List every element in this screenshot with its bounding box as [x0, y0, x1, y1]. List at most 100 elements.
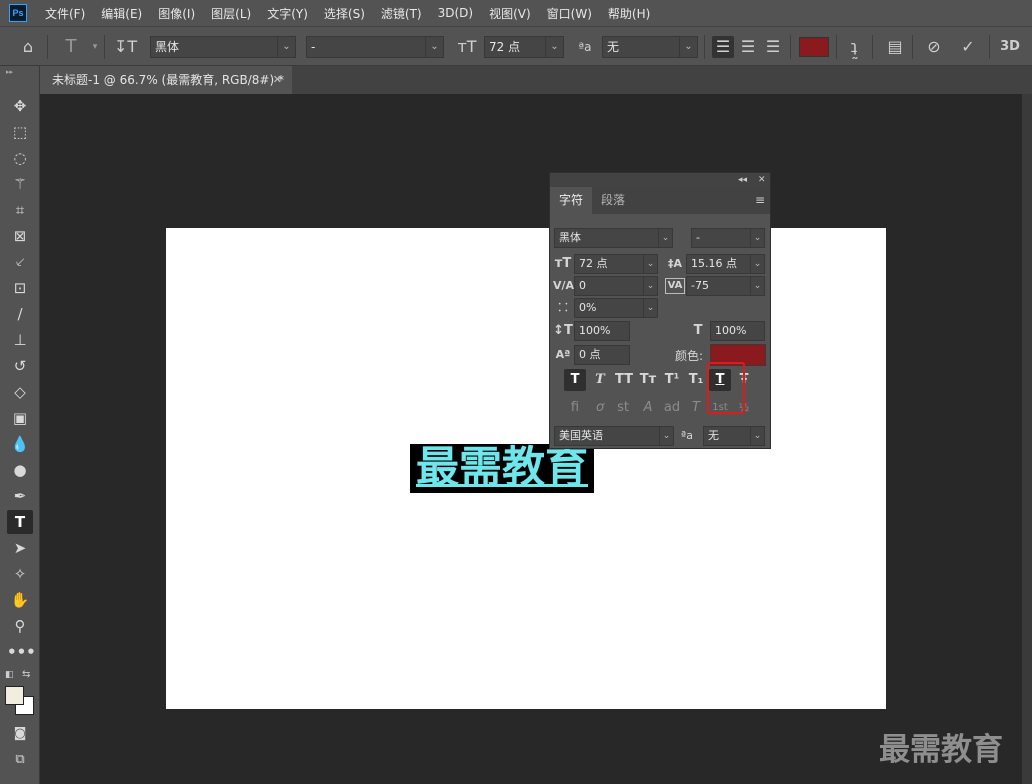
panel-font-style-dropdown[interactable]: - ⌄	[691, 228, 765, 248]
menu-edit[interactable]: 编辑(E)	[93, 5, 150, 22]
frame-tool-icon[interactable]: ⊠	[7, 224, 33, 248]
menu-image[interactable]: 图像(I)	[150, 5, 203, 22]
crop-tool-icon[interactable]: ⌗	[7, 198, 33, 222]
commit-check-icon[interactable]: ✓	[957, 36, 979, 58]
type-tool-preset-icon[interactable]: T	[60, 36, 82, 58]
photoshop-logo-icon: Ps	[9, 4, 27, 22]
leading-value: 15.16 点	[691, 257, 737, 270]
panel-font-family-dropdown[interactable]: 黑体 ⌄	[554, 228, 673, 248]
leading-field[interactable]: 15.16 点 ⌄	[686, 254, 765, 274]
collapse-panel-icon[interactable]: ▸▸	[6, 68, 13, 76]
quick-mask-icon[interactable]: ◙	[7, 722, 33, 746]
align-right-icon[interactable]: ☰	[762, 36, 784, 58]
menu-help[interactable]: 帮助(H)	[600, 5, 658, 22]
chevron-down-icon: ⌄	[643, 299, 657, 317]
blur-tool-icon[interactable]: 💧	[7, 432, 33, 456]
toggle-text-orientation-icon[interactable]: ↧T	[114, 36, 137, 58]
hand-tool-icon[interactable]: ✋	[7, 588, 33, 612]
clone-stamp-tool-icon[interactable]: ⊥	[7, 328, 33, 352]
ligatures-button[interactable]: fi	[564, 398, 586, 418]
font-style-value: -	[311, 40, 316, 54]
eyedropper-tool-icon[interactable]: ⸔	[7, 250, 33, 274]
antialias-dropdown[interactable]: 无 ⌄	[602, 36, 698, 58]
faux-bold-button[interactable]: T	[564, 369, 586, 391]
default-colors-icon[interactable]: ◧	[5, 670, 14, 680]
zoom-tool-icon[interactable]: ⚲	[7, 614, 33, 638]
screen-mode-icon[interactable]: ⧉	[7, 748, 33, 772]
stylistic-alternates-button[interactable]: ad	[661, 398, 683, 418]
faux-italic-button[interactable]: T	[589, 369, 611, 391]
menu-layer[interactable]: 图层(L)	[203, 5, 259, 22]
menu-view[interactable]: 视图(V)	[481, 5, 539, 22]
cancel-icon[interactable]: ⊘	[923, 36, 945, 58]
swash-button[interactable]: A	[637, 398, 659, 418]
align-center-icon[interactable]: ☰	[737, 36, 759, 58]
language-dropdown[interactable]: 美国英语 ⌄	[554, 426, 674, 446]
type-tool-icon[interactable]: T	[7, 510, 33, 534]
options-bar: ⌂ T ▾ ↧T 黑体 ⌄ - ⌄ ᴛT 72 点 ⌄ ªa 无 ⌄ ☰ ☰ ☰…	[0, 26, 1032, 66]
menu-bar: Ps 文件(F) 编辑(E) 图像(I) 图层(L) 文字(Y) 选择(S) 滤…	[0, 0, 1032, 26]
tab-paragraph[interactable]: 段落	[592, 187, 634, 214]
titling-alternates-button[interactable]: T	[685, 398, 707, 418]
gradient-tool-icon[interactable]: ▣	[7, 406, 33, 430]
font-style-dropdown[interactable]: - ⌄	[306, 36, 444, 58]
menu-file[interactable]: 文件(F)	[37, 5, 93, 22]
close-icon[interactable]: ✕	[273, 66, 282, 94]
move-tool-icon[interactable]: ✥	[7, 94, 33, 118]
chevron-down-icon: ⌄	[643, 255, 657, 273]
align-left-icon[interactable]: ☰	[712, 36, 734, 58]
tab-character[interactable]: 字符	[550, 187, 593, 214]
menu-type[interactable]: 文字(Y)	[259, 5, 316, 22]
brush-tool-icon[interactable]: ∕	[7, 302, 33, 326]
warp-text-icon[interactable]: ʇ̰	[843, 36, 865, 58]
close-panel-icon[interactable]: ✕	[758, 173, 766, 187]
all-caps-button[interactable]: TT	[612, 369, 636, 391]
font-size-dropdown[interactable]: 72 点 ⌄	[484, 36, 564, 58]
path-selection-tool-icon[interactable]: ➤	[7, 536, 33, 560]
more-tools-icon[interactable]: •••	[7, 640, 36, 664]
3d-button[interactable]: 3D	[998, 36, 1022, 58]
vertical-scale-field[interactable]: 100%	[574, 321, 630, 341]
subscript-button[interactable]: T₁	[685, 369, 707, 391]
text-color-swatch[interactable]	[799, 37, 829, 57]
tsume-icon: ⸬	[558, 301, 568, 314]
tsume-field[interactable]: 0% ⌄	[574, 298, 658, 318]
history-brush-tool-icon[interactable]: ↺	[7, 354, 33, 378]
pen-tool-icon[interactable]: ✒	[7, 484, 33, 508]
color-label: 颜色:	[675, 349, 704, 363]
swap-colors-icon[interactable]: ⇆	[22, 669, 30, 680]
document-tab[interactable]: 未标题-1 @ 66.7% (最需教育, RGB/8#) * ✕	[40, 66, 292, 94]
font-family-dropdown[interactable]: 黑体 ⌄	[150, 36, 296, 58]
magic-wand-tool-icon[interactable]: ⚚	[7, 172, 33, 196]
foreground-color-swatch[interactable]	[5, 686, 24, 705]
collapse-panel-icon[interactable]: ◂◂	[738, 173, 747, 187]
kerning-field[interactable]: 0 ⌄	[574, 276, 658, 296]
menu-select[interactable]: 选择(S)	[316, 5, 373, 22]
chevron-down-icon: ⌄	[750, 427, 764, 445]
discretionary-ligatures-button[interactable]: ơ	[589, 398, 611, 418]
menu-window[interactable]: 窗口(W)	[539, 5, 600, 22]
tracking-field[interactable]: -75 ⌄	[686, 276, 765, 296]
marquee-tool-icon[interactable]: ⬚	[7, 120, 33, 144]
home-icon[interactable]: ⌂	[17, 36, 39, 58]
preset-chevron-down-icon[interactable]: ▾	[84, 36, 106, 58]
horizontal-scale-field[interactable]: 100%	[710, 321, 765, 341]
superscript-button[interactable]: T¹	[661, 369, 683, 391]
baseline-shift-icon: Aª	[555, 348, 571, 361]
dodge-tool-icon[interactable]: ●	[7, 458, 33, 482]
custom-shape-tool-icon[interactable]: ✧	[7, 562, 33, 586]
eraser-tool-icon[interactable]: ◇	[7, 380, 33, 404]
menu-filter[interactable]: 滤镜(T)	[373, 5, 430, 22]
character-panel-toggle-icon[interactable]: ▤	[884, 36, 906, 58]
selected-text-layer[interactable]: 最需教育	[410, 444, 594, 493]
menu-3d[interactable]: 3D(D)	[430, 6, 481, 20]
tools-panel: ▸▸ ✥ ⬚ ◌ ⚚ ⌗ ⊠ ⸔ ⊡ ∕ ⊥ ↺ ◇ ▣ 💧 ● ✒ T ➤ ✧…	[0, 66, 40, 784]
panel-menu-icon[interactable]: ≡	[755, 187, 765, 214]
panel-antialias-dropdown[interactable]: 无 ⌄	[703, 426, 765, 446]
panel-font-size-field[interactable]: 72 点 ⌄	[574, 254, 658, 274]
swash-ligatures-button[interactable]: st	[612, 398, 634, 418]
healing-brush-tool-icon[interactable]: ⊡	[7, 276, 33, 300]
small-caps-button[interactable]: Tт	[637, 369, 659, 391]
lasso-tool-icon[interactable]: ◌	[7, 146, 33, 170]
baseline-shift-field[interactable]: 0 点	[574, 345, 630, 365]
